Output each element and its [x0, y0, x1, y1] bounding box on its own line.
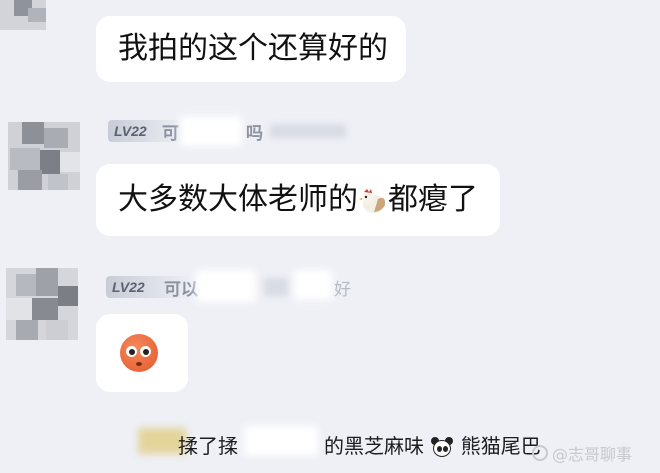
username-blurred: [180, 116, 242, 146]
username-blurred: [244, 426, 318, 456]
avatar[interactable]: [0, 0, 46, 30]
avatar[interactable]: [6, 268, 78, 340]
footer-text: 揉了揉: [178, 434, 238, 458]
message-text: 大多数大体老师的: [118, 182, 358, 217]
footer-text: 的黑芝麻味 熊猫尾巴: [324, 434, 541, 459]
avatar[interactable]: [8, 122, 80, 190]
username-tail: 吗: [246, 124, 263, 144]
username-tail: 好: [334, 280, 351, 300]
username[interactable]: 可以: [164, 275, 198, 300]
watermark-logo-icon: [532, 445, 548, 461]
username-blurred: [294, 270, 332, 300]
message-bubble: [96, 314, 188, 392]
username-blurred: [264, 278, 288, 296]
panda-emoji-icon: [430, 436, 454, 459]
watermark: @志哥聊事: [532, 441, 632, 465]
sad-face-emoji-icon: [120, 334, 158, 372]
username-blurred: [270, 124, 346, 138]
message-text: 我拍的这个还算好的: [118, 31, 388, 66]
message-bubble: 大多数大体老师的 都瘪了: [96, 164, 500, 236]
message-text: 都瘪了: [388, 182, 478, 217]
username-blurred: [196, 270, 256, 302]
message-bubble: 我拍的这个还算好的: [96, 16, 406, 82]
username[interactable]: 可: [162, 119, 179, 144]
chicken-emoji-icon: [358, 185, 388, 215]
